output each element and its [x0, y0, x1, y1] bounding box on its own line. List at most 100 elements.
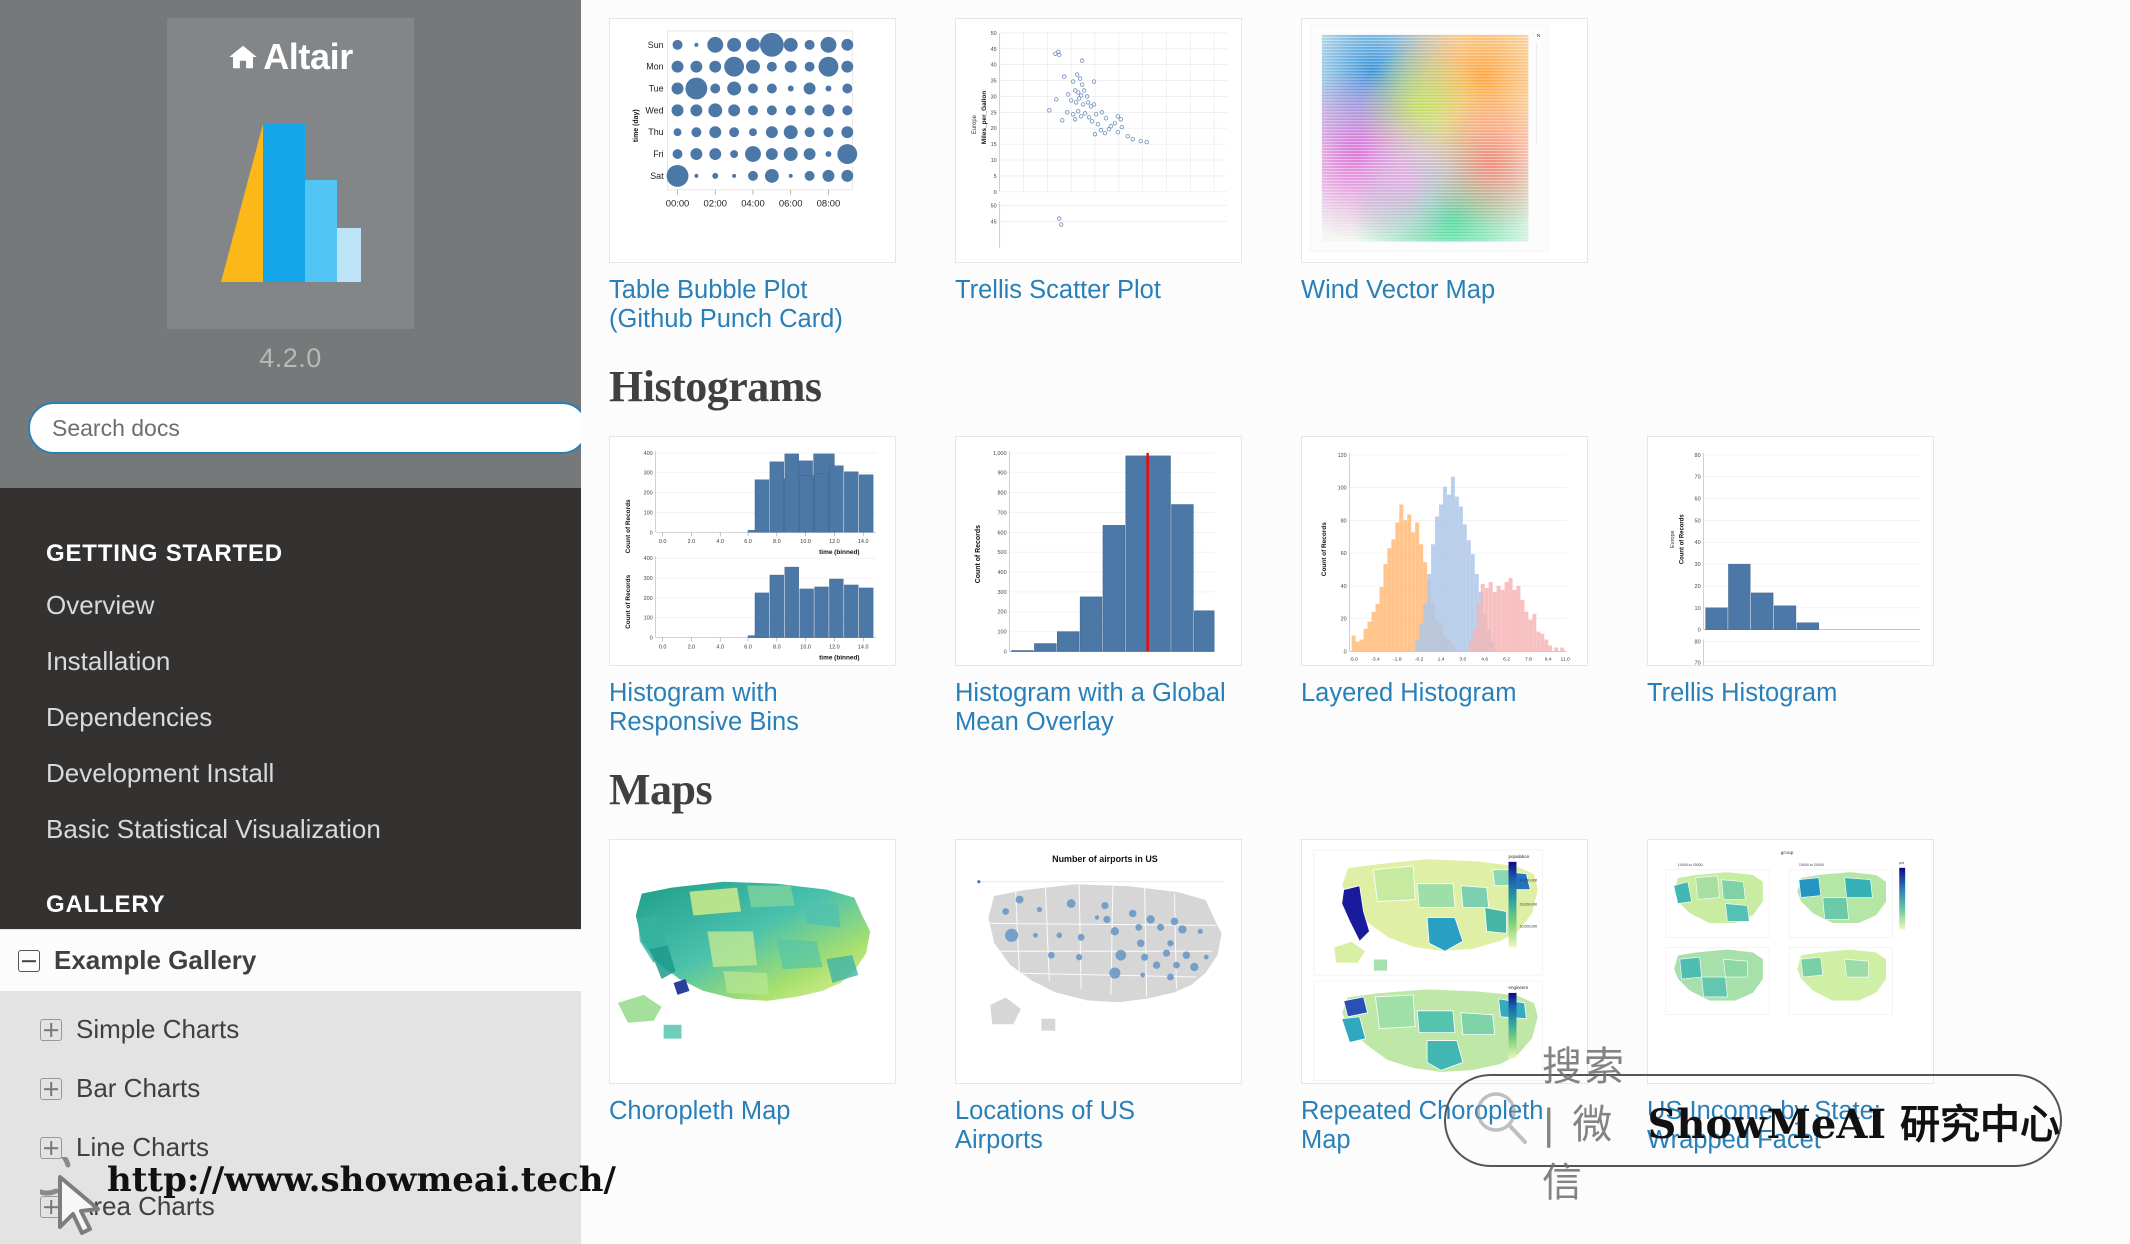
expand-plus-icon[interactable]	[40, 1077, 62, 1100]
line-charts-label: Line Charts	[76, 1132, 209, 1163]
svg-text:4.6: 4.6	[1481, 657, 1488, 663]
search-input[interactable]	[28, 402, 581, 454]
svg-text:14.0: 14.0	[858, 645, 869, 651]
svg-text:40: 40	[991, 63, 997, 69]
svg-text:100: 100	[998, 630, 1007, 636]
caption-table-bubble-plot[interactable]: Table Bubble Plot (Github Punch Card)	[609, 276, 881, 333]
sidebar-item-installation[interactable]: Installation	[0, 634, 581, 690]
thumbnail-trellis-scatter[interactable]: Europe Miles_per_Gallon 50 45 40 35 30 2…	[955, 18, 1242, 263]
svg-text:0: 0	[1344, 650, 1347, 656]
svg-text:100: 100	[1338, 486, 1347, 492]
altair-logo-box[interactable]: Altair	[167, 18, 414, 329]
svg-text:Tue: Tue	[649, 83, 664, 93]
sidebar-item-line-charts[interactable]: Line Charts	[0, 1118, 581, 1177]
gallery-card-repeated-choropleth-map[interactable]: population 30,000,000 20,000,000 10,000,00…	[1301, 839, 1647, 1154]
svg-text:70: 70	[1695, 475, 1701, 481]
svg-text:25: 25	[991, 110, 997, 116]
svg-text:6.0: 6.0	[744, 539, 752, 545]
svg-text:20: 20	[1695, 584, 1701, 590]
caption-choropleth-map[interactable]: Choropleth Map	[609, 1097, 881, 1126]
gallery-card-locations-us-airports[interactable]: Number of airports in US Locations of US…	[955, 839, 1301, 1154]
svg-text:120: 120	[1338, 453, 1347, 459]
gallery-row-histograms: Count of Records 400 300 200 100 0 0.0 2…	[609, 436, 2102, 742]
thumbnail-locations-us-airports[interactable]: Number of airports in US	[955, 839, 1242, 1085]
caption-histogram-responsive-bins[interactable]: Histogram with Responsive Bins	[609, 679, 881, 736]
expand-plus-icon[interactable]	[40, 1018, 62, 1041]
svg-text:-1.8: -1.8	[1393, 657, 1402, 663]
caption-histogram-global-mean[interactable]: Histogram with a Global Mean Overlay	[955, 679, 1227, 736]
caption-layered-histogram[interactable]: Layered Histogram	[1301, 679, 1573, 708]
gallery-card-wind-vector-map[interactable]: N Wind Vector Map	[1301, 18, 1647, 305]
gallery-card-histogram-global-mean[interactable]: Count of Records 1,000 900 800 700 600 500	[955, 436, 1301, 736]
svg-text:5: 5	[994, 174, 997, 180]
thumbnail-layered-histogram[interactable]: Count of Records 120 100 80 60 40 20 0 -…	[1301, 436, 1588, 667]
svg-text:10: 10	[991, 158, 997, 164]
simple-charts-label: Simple Charts	[76, 1014, 240, 1045]
svg-text:200: 200	[644, 491, 653, 497]
svg-text:6.2: 6.2	[1503, 657, 1510, 663]
caption-locations-us-airports[interactable]: Locations of US Airports	[955, 1097, 1227, 1154]
area-charts-label: Area Charts	[76, 1191, 215, 1222]
gallery-card-trellis-histogram[interactable]: Europe Count of Records 80 70 60 50 40 30	[1647, 436, 1993, 708]
thumbnail-us-income-wrapped-facet[interactable]: group 10000 to 15000 15000 to 20000 pct	[1647, 839, 1934, 1085]
svg-text:12.0: 12.0	[829, 539, 840, 545]
svg-text:Count of Records: Count of Records	[625, 575, 632, 629]
gallery-card-choropleth-map[interactable]: Choropleth Map	[609, 839, 955, 1126]
gallery-card-us-income-wrapped-facet[interactable]: group 10000 to 15000 15000 to 20000 pct …	[1647, 839, 1993, 1154]
svg-text:-3.4: -3.4	[1371, 657, 1380, 663]
sidebar-item-simple-charts[interactable]: Simple Charts	[0, 1000, 581, 1059]
caption-us-income-wrapped-facet[interactable]: US Income by State: Wrapped Facet	[1647, 1097, 1919, 1154]
thumbnail-choropleth-map[interactable]	[609, 839, 896, 1085]
sidebar-item-dependencies[interactable]: Dependencies	[0, 690, 581, 746]
thumbnail-histogram-global-mean[interactable]: Count of Records 1,000 900 800 700 600 500	[955, 436, 1242, 667]
svg-text:40: 40	[1695, 540, 1701, 546]
search-box[interactable]	[28, 402, 581, 454]
caption-wind-vector-map[interactable]: Wind Vector Map	[1301, 276, 1573, 305]
gallery-row-top: time (day) Sun Mon Tue Wed Thu Fri Sat 0…	[609, 18, 2102, 339]
svg-text:10: 10	[1695, 606, 1701, 612]
thumbnail-wind-vector-map[interactable]: N	[1301, 18, 1588, 263]
svg-text:Count of Records: Count of Records	[625, 499, 632, 553]
svg-text:50: 50	[991, 204, 997, 210]
expand-plus-icon[interactable]	[40, 1136, 62, 1159]
svg-text:900: 900	[998, 471, 1007, 477]
collapse-minus-icon[interactable]	[18, 949, 40, 972]
svg-text:N: N	[1537, 33, 1541, 39]
svg-text:700: 700	[998, 511, 1007, 517]
brand-name: Altair	[263, 36, 353, 77]
svg-text:400: 400	[644, 451, 653, 457]
sidebar-item-example-gallery[interactable]: Example Gallery	[0, 929, 581, 993]
gallery-card-histogram-responsive-bins[interactable]: Count of Records 400 300 200 100 0 0.0 2…	[609, 436, 955, 736]
svg-text:0: 0	[650, 530, 653, 536]
gallery-card-trellis-scatter-plot[interactable]: Europe Miles_per_Gallon 50 45 40 35 30 2…	[955, 18, 1301, 305]
svg-text:engineers: engineers	[1509, 985, 1529, 990]
sidebar-item-overview[interactable]: Overview	[0, 578, 581, 634]
sidebar-item-development-install[interactable]: Development Install	[0, 746, 581, 802]
svg-text:9.4: 9.4	[1545, 657, 1552, 663]
expand-plus-icon[interactable]	[40, 1195, 62, 1218]
gallery-children: Simple Charts Bar Charts Line Charts Are…	[0, 992, 581, 1244]
svg-text:Wed: Wed	[645, 105, 663, 115]
svg-text:0.0: 0.0	[659, 645, 667, 651]
sidebar-item-bar-charts[interactable]: Bar Charts	[0, 1059, 581, 1118]
thumbnail-bubble-plot[interactable]: time (day) Sun Mon Tue Wed Thu Fri Sat 0…	[609, 18, 896, 263]
thumbnail-trellis-histogram[interactable]: Europe Count of Records 80 70 60 50 40 30	[1647, 436, 1934, 667]
gallery-card-layered-histogram[interactable]: Count of Records 120 100 80 60 40 20 0 -…	[1301, 436, 1647, 708]
section-heading-maps: Maps	[609, 765, 713, 815]
gallery-card-table-bubble-plot[interactable]: time (day) Sun Mon Tue Wed Thu Fri Sat 0…	[609, 18, 955, 333]
sidebar-item-basic-statistical-visualization[interactable]: Basic Statistical Visualization	[0, 802, 581, 858]
caption-trellis-scatter-plot[interactable]: Trellis Scatter Plot	[955, 276, 1227, 305]
svg-text:04:00: 04:00	[741, 198, 765, 209]
svg-text:Number of airports in US: Number of airports in US	[1052, 854, 1158, 864]
svg-text:Sun: Sun	[648, 40, 664, 50]
caption-trellis-histogram[interactable]: Trellis Histogram	[1647, 679, 1919, 708]
thumbnail-repeated-choropleth-map[interactable]: population 30,000,000 20,000,000 10,000,00…	[1301, 839, 1588, 1085]
svg-text:Fri: Fri	[653, 149, 663, 159]
caption-repeated-choropleth-map[interactable]: Repeated Choropleth Map	[1301, 1097, 1573, 1154]
svg-text:Mon: Mon	[646, 62, 663, 72]
sidebar-item-area-charts[interactable]: Area Charts	[0, 1177, 581, 1236]
svg-text:4.0: 4.0	[716, 539, 724, 545]
svg-text:300: 300	[644, 471, 653, 477]
svg-text:00:00: 00:00	[666, 198, 690, 209]
thumbnail-histogram-responsive-bins[interactable]: Count of Records 400 300 200 100 0 0.0 2…	[609, 436, 896, 667]
